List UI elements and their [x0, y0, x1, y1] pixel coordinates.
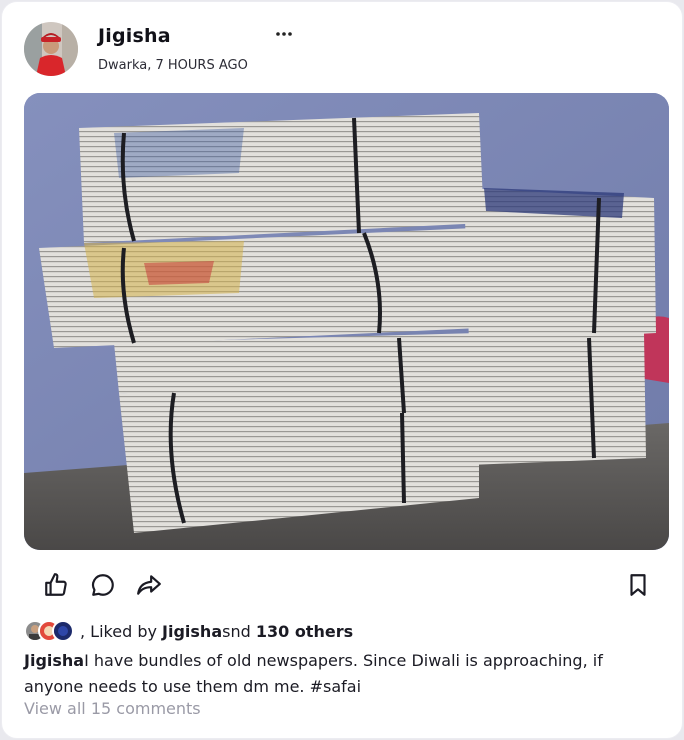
- comment-button[interactable]: [88, 570, 118, 600]
- post-image[interactable]: [24, 93, 669, 550]
- thumbs-up-icon: [45, 573, 67, 596]
- more-icon: [276, 32, 292, 36]
- post-meta: Dwarka, 7 HOURS AGO: [98, 58, 248, 73]
- caption-author[interactable]: Jigisha: [24, 651, 84, 670]
- newspaper-bundles-image: [24, 93, 669, 550]
- caption-text: I have bundles of old newspapers. Since …: [24, 651, 603, 696]
- liker-avatar[interactable]: [52, 620, 74, 642]
- save-button[interactable]: [623, 570, 653, 600]
- bookmark-icon: [630, 574, 646, 596]
- post-caption: JigishaI have bundles of old newspapers.…: [24, 648, 664, 700]
- likes-text: , Liked by Jigishasnd 130 others: [80, 622, 353, 641]
- likes-prefix: , Liked by: [80, 621, 163, 641]
- like-button[interactable]: [41, 570, 71, 600]
- liker-name[interactable]: Jigisha: [162, 622, 222, 641]
- more-options-button[interactable]: [270, 20, 298, 48]
- view-all-comments-link[interactable]: View all 15 comments: [24, 699, 201, 718]
- likes-row: , Liked by Jigishasnd 130 others: [24, 619, 353, 643]
- post-card: Jigisha Dwarka, 7 HOURS AGO , Liked by J…: [1, 1, 683, 739]
- avatar-image: [24, 22, 78, 76]
- share-button[interactable]: [134, 570, 164, 600]
- avatar[interactable]: [24, 22, 78, 76]
- likes-others-count[interactable]: 130 others: [256, 622, 353, 641]
- post-username[interactable]: Jigisha: [98, 25, 171, 47]
- share-icon: [137, 575, 161, 595]
- likes-mid: snd: [222, 621, 256, 641]
- comment-icon: [91, 574, 114, 596]
